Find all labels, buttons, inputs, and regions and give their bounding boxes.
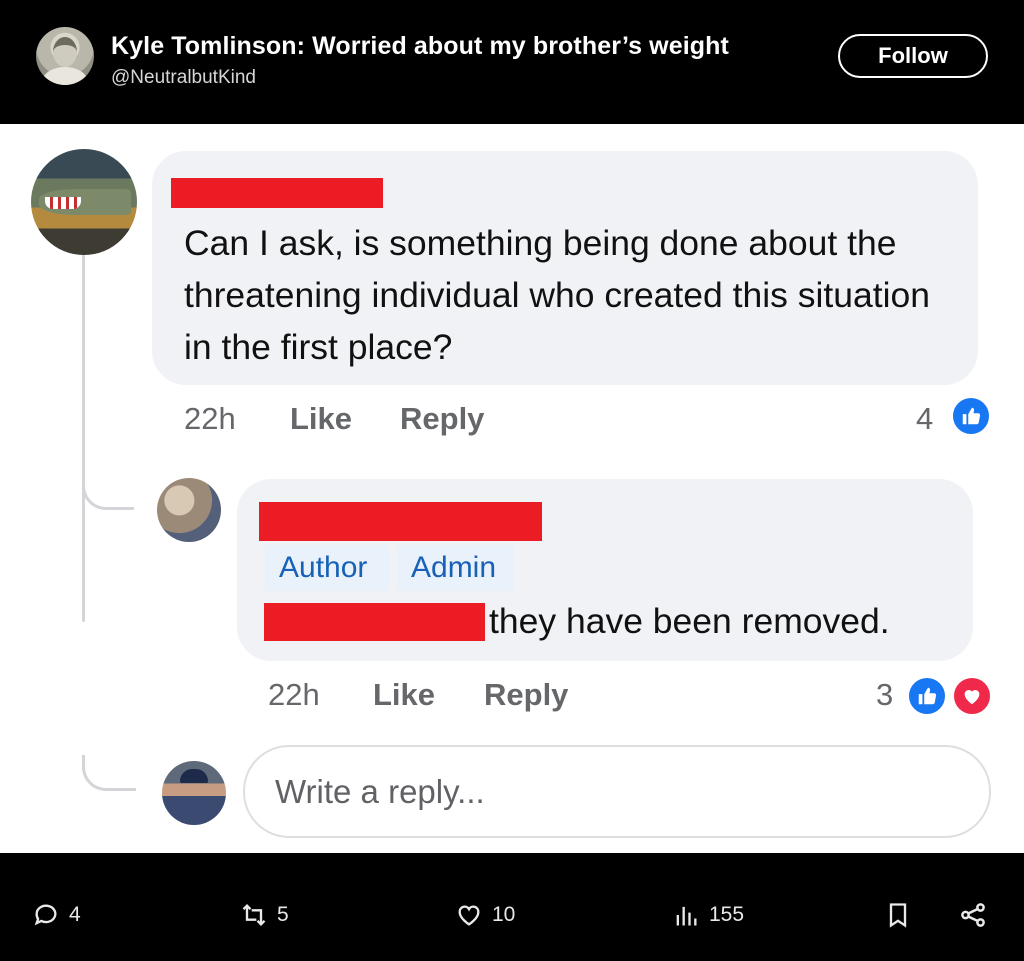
reply-text: they have been removed. bbox=[489, 601, 890, 641]
like-icon bbox=[906, 675, 948, 717]
post-title[interactable]: Kyle Tomlinson: Worried about my brother… bbox=[111, 32, 729, 61]
redacted-mention bbox=[264, 603, 485, 641]
thread-branch-input bbox=[82, 755, 136, 791]
comment-reply-button: Reply bbox=[400, 401, 485, 436]
comment-thread-image: Can I ask, is something being done about… bbox=[0, 124, 1024, 853]
commenter-avatar bbox=[31, 149, 137, 255]
share-icon bbox=[961, 903, 985, 927]
author-avatar[interactable] bbox=[36, 27, 94, 85]
redacted-replier-name bbox=[259, 502, 542, 541]
thread-branch-reply bbox=[82, 474, 134, 510]
post-header: Kyle Tomlinson: Worried about my brother… bbox=[0, 0, 1024, 124]
current-user-avatar bbox=[162, 761, 226, 825]
reply-timestamp: 22h bbox=[268, 677, 320, 712]
post-action-bar: 4 5 10 155 bbox=[0, 853, 1024, 961]
reply-reply-button: Reply bbox=[484, 677, 569, 712]
like-action[interactable]: 10 bbox=[455, 900, 515, 930]
heart-icon bbox=[458, 905, 480, 926]
comment-text: Can I ask, is something being done about… bbox=[184, 223, 930, 367]
like-icon bbox=[950, 395, 992, 437]
comment-like-button: Like bbox=[290, 401, 353, 436]
redacted-commenter-name bbox=[171, 178, 383, 208]
reply-count: 4 bbox=[69, 903, 81, 926]
reply-reaction-count: 3 bbox=[876, 677, 894, 712]
like-count: 10 bbox=[492, 903, 516, 926]
share-button[interactable] bbox=[958, 900, 988, 930]
views-action[interactable]: 155 bbox=[672, 900, 744, 930]
write-reply-input bbox=[243, 745, 991, 838]
reply-icon bbox=[34, 904, 57, 926]
views-icon bbox=[676, 906, 697, 926]
comment-reaction-count: 4 bbox=[916, 401, 934, 436]
bookmark-icon bbox=[889, 903, 907, 928]
comment-timestamp: 22h bbox=[184, 401, 236, 436]
reply-action[interactable]: 4 bbox=[32, 900, 81, 930]
repost-count: 5 bbox=[277, 903, 289, 926]
replier-avatar bbox=[157, 478, 221, 542]
admin-badge: Admin bbox=[397, 545, 514, 591]
reply-like-button: Like bbox=[373, 677, 436, 712]
author-handle[interactable]: @NeutralbutKind bbox=[111, 67, 256, 89]
repost-action[interactable]: 5 bbox=[240, 900, 289, 930]
follow-button[interactable]: Follow bbox=[838, 34, 988, 78]
love-icon bbox=[951, 675, 993, 717]
author-badge: Author bbox=[265, 545, 389, 591]
bookmark-button[interactable] bbox=[884, 900, 912, 930]
thread-connector bbox=[82, 254, 85, 622]
repost-icon bbox=[242, 904, 266, 926]
views-count: 155 bbox=[709, 903, 745, 926]
